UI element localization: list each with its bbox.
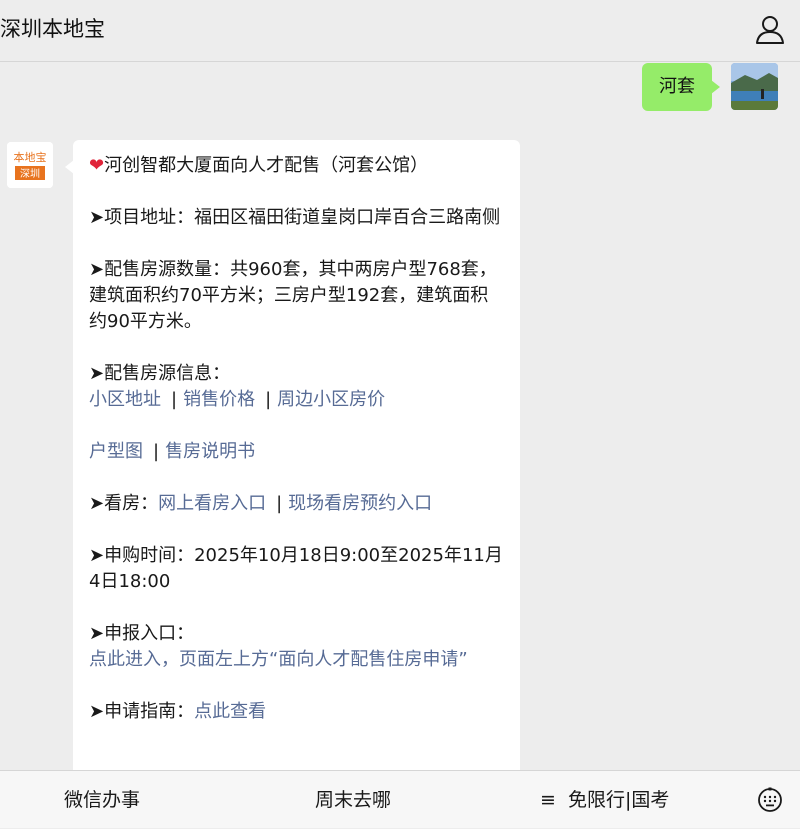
menu-weekend-outing[interactable]: 周末去哪 <box>315 771 391 829</box>
heart-icon: ❤ <box>89 155 105 176</box>
guide-label: ➤申请指南： <box>89 701 195 722</box>
chat-area[interactable]: 河套 本地宝 深圳 ❤河创智都大厦面向人才配售（河套公馆） ➤项目地址：福田区福… <box>0 62 800 770</box>
count-label: ➤配售房源数量： <box>89 259 231 280</box>
link-community-address[interactable]: 小区地址 <box>89 389 161 410</box>
link-nearby-prices[interactable]: 周边小区房价 <box>277 389 385 410</box>
link-floor-plan[interactable]: 户型图 <box>89 441 143 462</box>
count-paragraph: ➤配售房源数量：共960套，其中两房户型768套，建筑面积约70平方米；三房户型… <box>89 257 504 335</box>
link-apply-entry[interactable]: 点此进入，页面左上方“面向人才配售住房申请” <box>89 649 468 670</box>
outgoing-bubble[interactable]: 河套 <box>642 63 720 111</box>
official-account-avatar[interactable]: 本地宝 深圳 <box>7 142 53 188</box>
apply-paragraph: 点此进入，页面左上方“面向人才配售住房申请” <box>89 647 504 673</box>
message-title: 河创智都大厦面向人才配售（河套公馆） <box>104 155 429 176</box>
menu-restriction-exam[interactable]: ≡ 免限行|国考 <box>540 771 669 829</box>
user-avatar[interactable] <box>731 63 778 110</box>
link-guide[interactable]: 点此查看 <box>194 701 266 722</box>
menu-list-icon: ≡ <box>540 789 556 811</box>
bottom-menu-bar: 微信办事 周末去哪 ≡ 免限行|国考 <box>0 770 800 828</box>
guide-paragraph: ➤申请指南：点此查看 <box>89 699 504 725</box>
apply-label: ➤申报入口： <box>89 623 195 644</box>
menu-wechat-services[interactable]: 微信办事 <box>64 771 140 829</box>
address-text: 福田区福田街道皇岗口岸百合三路南侧 <box>194 207 501 228</box>
link-sale-price[interactable]: 销售价格 <box>183 389 255 410</box>
user-profile-icon[interactable] <box>754 14 786 46</box>
link-onsite-booking[interactable]: 现场看房预约入口 <box>288 493 432 514</box>
logo-bottom-text: 深圳 <box>20 168 40 180</box>
link-sales-manual[interactable]: 售房说明书 <box>165 441 255 462</box>
incoming-message-bubble: ❤河创智都大厦面向人才配售（河套公馆） ➤项目地址：福田区福田街道皇岗口岸百合三… <box>65 140 520 770</box>
view-label: ➤看房： <box>89 493 159 514</box>
time-label: ➤申购时间： <box>89 545 195 566</box>
info-label: ➤配售房源信息： <box>89 363 231 384</box>
view-paragraph: ➤看房：网上看房入口 | 现场看房预约入口 <box>89 493 433 514</box>
time-paragraph: ➤申购时间：2025年10月18日9:00至2025年11月4日18:00 <box>89 543 504 595</box>
address-paragraph: ➤项目地址：福田区福田街道皇岗口岸百合三路南侧 <box>89 205 504 231</box>
info-links-row: 小区地址 | 销售价格 | 周边小区房价 <box>89 389 386 410</box>
outgoing-message-row: 河套 <box>0 62 800 122</box>
menu-restriction-exam-label: 免限行|国考 <box>568 789 670 811</box>
message-title-line: ❤河创智都大厦面向人才配售（河套公馆） <box>89 153 504 179</box>
top-bar: 深圳本地宝 <box>0 0 800 62</box>
info-links-row-2: 户型图 | 售房说明书 <box>89 441 256 462</box>
link-online-viewing[interactable]: 网上看房入口 <box>158 493 266 514</box>
address-label: ➤项目地址： <box>89 207 195 228</box>
keyboard-toggle-icon[interactable] <box>756 786 784 814</box>
logo-top-text: 本地宝 <box>14 150 47 164</box>
page-title: 深圳本地宝 <box>0 17 105 41</box>
